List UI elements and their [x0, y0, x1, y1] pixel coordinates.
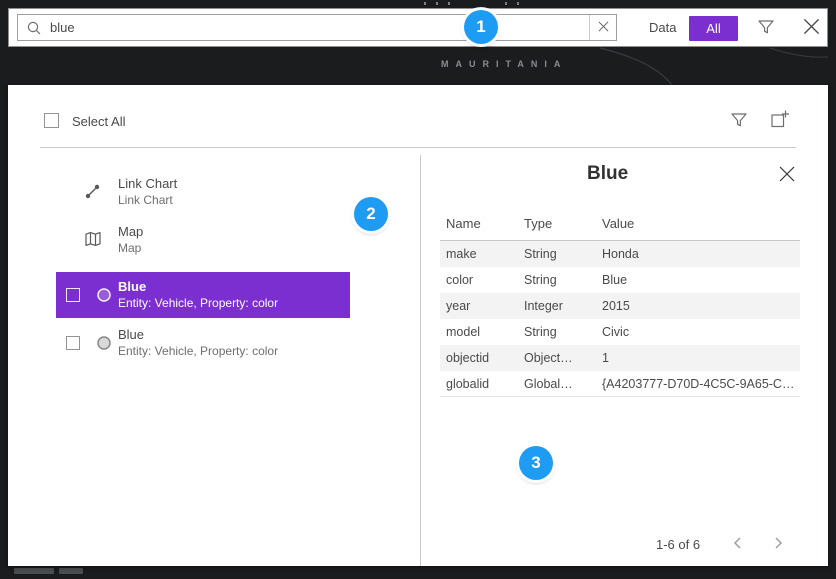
result-title: Map — [118, 224, 143, 239]
cell-value: Blue — [602, 273, 794, 287]
map-icon — [84, 230, 102, 248]
map-label-fragment — [505, 2, 507, 5]
callout-badge-3: 3 — [519, 446, 553, 480]
filter-funnel-icon — [757, 18, 775, 39]
pagination-next-button[interactable] — [766, 532, 790, 556]
search-bar: Data All — [8, 8, 828, 47]
result-checkbox[interactable] — [66, 336, 80, 350]
cell-value: Honda — [602, 247, 794, 261]
map-label-fragment — [517, 2, 519, 5]
callout-badge-1: 1 — [464, 10, 498, 44]
cell-type: String — [524, 247, 602, 261]
table-row: globalid Global… {A4203777-D70D-4C5C-9A6… — [440, 371, 800, 397]
select-all-checkbox[interactable] — [44, 113, 59, 128]
cell-name: year — [446, 299, 524, 313]
result-item-blue[interactable]: Blue Entity: Vehicle, Property: color — [56, 320, 350, 366]
search-close-button[interactable] — [799, 17, 823, 39]
properties-table: Name Type Value make String Honda color … — [440, 211, 800, 397]
cell-value: 2015 — [602, 299, 794, 313]
search-results-panel: Select All Link Chart Link Chart Map — [8, 85, 828, 566]
search-input[interactable] — [48, 15, 589, 40]
map-attribution-blur — [59, 568, 83, 574]
result-subtitle: Entity: Vehicle, Property: color — [118, 344, 278, 358]
column-header: Type — [524, 216, 602, 231]
search-input-container — [17, 14, 617, 41]
map-label-fragment — [448, 2, 450, 5]
table-header: Name Type Value — [440, 211, 800, 241]
search-icon — [26, 20, 42, 36]
table-row: model String Civic — [440, 319, 800, 345]
result-title: Blue — [118, 279, 146, 294]
select-all-label: Select All — [72, 114, 125, 129]
table-row: year Integer 2015 — [440, 293, 800, 319]
header-divider — [40, 147, 796, 148]
entity-node-icon — [96, 287, 112, 303]
clear-search-button[interactable] — [589, 15, 616, 40]
screen: MAURITANIA Data All — [0, 0, 836, 579]
entity-node-icon — [96, 335, 112, 351]
result-checkbox[interactable] — [66, 288, 80, 302]
detail-close-button[interactable] — [776, 164, 798, 186]
close-icon — [778, 165, 796, 186]
results-filter-button[interactable] — [728, 110, 750, 132]
result-title: Link Chart — [118, 176, 177, 191]
chevron-right-icon — [770, 535, 786, 554]
result-subtitle: Map — [118, 241, 141, 255]
link-chart-icon — [84, 182, 102, 200]
result-item-blue-selected[interactable]: Blue Entity: Vehicle, Property: color — [56, 272, 350, 318]
cell-type: Global… — [524, 377, 602, 391]
result-subtitle: Entity: Vehicle, Property: color — [118, 296, 278, 310]
cell-value: 1 — [602, 351, 794, 365]
scope-data-button[interactable]: Data — [639, 9, 686, 46]
cell-type: String — [524, 273, 602, 287]
cell-type: Integer — [524, 299, 602, 313]
search-filter-button[interactable] — [755, 18, 777, 38]
cell-value: {A4203777-D70D-4C5C-9A65-C… — [602, 377, 794, 391]
result-item-map[interactable]: Map Map — [56, 217, 350, 263]
cell-value: Civic — [602, 325, 794, 339]
cell-name: make — [446, 247, 524, 261]
map-label-fragment — [436, 2, 438, 5]
close-icon — [802, 17, 821, 39]
table-row: objectid Object… 1 — [440, 345, 800, 371]
scope-all-button[interactable]: All — [689, 16, 738, 41]
add-selection-button[interactable] — [768, 108, 792, 132]
callout-badge-2: 2 — [354, 197, 388, 231]
cell-name: globalid — [446, 377, 524, 391]
cell-name: objectid — [446, 351, 524, 365]
column-header: Name — [446, 216, 524, 231]
table-row: color String Blue — [440, 267, 800, 293]
map-attribution-blur — [14, 568, 54, 574]
cell-name: color — [446, 273, 524, 287]
detail-title: Blue — [587, 163, 628, 185]
filter-funnel-icon — [730, 111, 748, 132]
result-item-link-chart[interactable]: Link Chart Link Chart — [56, 169, 350, 215]
map-label-fragment — [424, 2, 426, 5]
panel-divider — [420, 155, 421, 566]
result-subtitle: Link Chart — [118, 193, 173, 207]
chevron-left-icon — [730, 535, 746, 554]
map-region-label: MAURITANIA — [441, 59, 567, 69]
clear-icon — [598, 20, 609, 35]
cell-type: Object… — [524, 351, 602, 365]
cell-name: model — [446, 325, 524, 339]
pagination-label: 1-6 of 6 — [656, 537, 700, 552]
pagination-prev-button[interactable] — [726, 532, 750, 556]
add-plus-icon — [770, 109, 790, 132]
column-header: Value — [602, 216, 794, 231]
result-title: Blue — [118, 327, 144, 342]
table-row: make String Honda — [440, 241, 800, 267]
cell-type: String — [524, 325, 602, 339]
